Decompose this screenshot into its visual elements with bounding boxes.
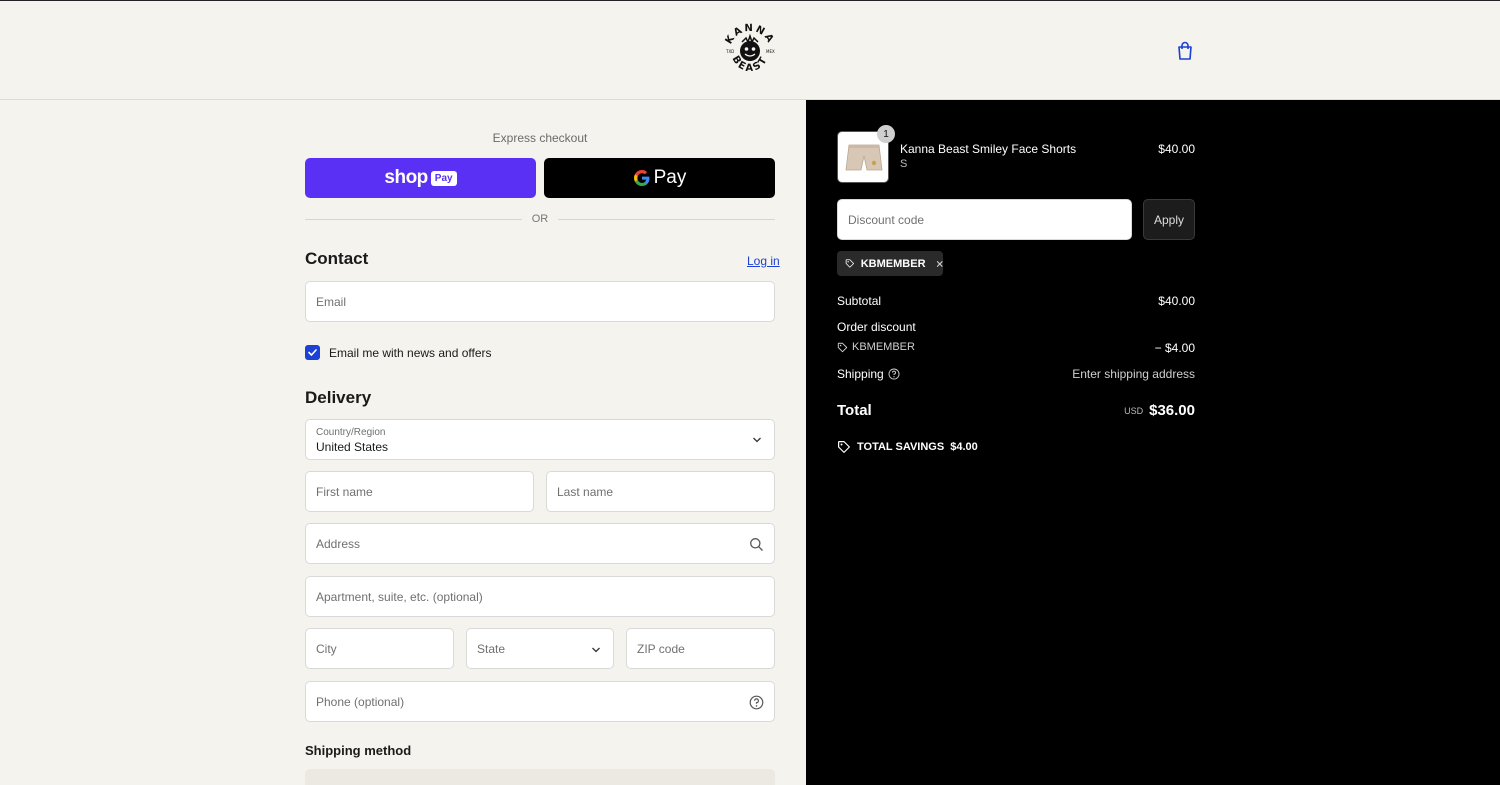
phone-field[interactable]: Phone (optional): [305, 681, 775, 722]
discount-code-field[interactable]: Discount code: [837, 199, 1132, 240]
checkout-form: Express checkout shop Pay Pay OR Contact…: [0, 100, 806, 785]
shipping-row: Shipping: [837, 367, 900, 381]
chevron-down-icon: [753, 437, 761, 443]
shopping-bag-icon[interactable]: [1174, 40, 1196, 62]
country-select[interactable]: Country/Region United States: [305, 419, 775, 460]
newsletter-checkbox[interactable]: [305, 345, 320, 360]
help-circle-icon[interactable]: [888, 368, 900, 380]
delivery-heading: Delivery: [305, 388, 372, 407]
phone-placeholder: Phone (optional): [316, 695, 405, 709]
contact-heading: Contact: [305, 249, 369, 268]
subtotal-value: $40.00: [1158, 294, 1195, 308]
savings-value: $4.00: [950, 441, 978, 453]
discount-value: − $4.00: [1154, 341, 1195, 355]
shipping-method-box: [305, 769, 775, 785]
zip-placeholder: ZIP code: [637, 642, 685, 656]
newsletter-label[interactable]: Email me with news and offers: [329, 346, 492, 360]
shipping-method-heading: Shipping method: [305, 743, 412, 758]
product-variant: S: [900, 158, 908, 170]
or-label: OR: [531, 213, 549, 225]
apartment-field[interactable]: Apartment, suite, etc. (optional): [305, 576, 775, 617]
country-label: Country/Region: [316, 427, 386, 438]
state-select[interactable]: State: [466, 628, 614, 669]
state-placeholder: State: [477, 642, 506, 656]
tag-icon: [837, 342, 848, 352]
google-g-icon: [633, 169, 651, 187]
search-icon: [750, 538, 763, 551]
address-field[interactable]: Address: [305, 523, 775, 564]
quantity-badge: 1: [877, 125, 895, 143]
total-label: Total: [837, 402, 872, 419]
zip-field[interactable]: ZIP code: [626, 628, 775, 669]
google-pay-button[interactable]: Pay: [544, 158, 775, 198]
shipping-label: Shipping: [837, 367, 884, 381]
total-savings: TOTAL SAVINGS $4.00: [837, 440, 978, 454]
subtotal-label: Subtotal: [837, 294, 882, 308]
google-pay-label: Pay: [653, 167, 687, 188]
svg-text:TXD: TXD: [725, 49, 734, 54]
chevron-down-icon: [592, 647, 600, 653]
applied-discount-code: KBMEMBER: [860, 257, 926, 270]
apartment-placeholder: Apartment, suite, etc. (optional): [316, 590, 483, 604]
site-header: KANNA BEAST TXD MEX: [0, 0, 1500, 100]
first-name-field[interactable]: First name: [305, 471, 534, 512]
savings-label: TOTAL SAVINGS: [857, 441, 945, 453]
or-divider: OR: [305, 212, 775, 226]
svg-text:MEX: MEX: [766, 49, 775, 54]
country-value: United States: [316, 440, 389, 454]
tag-icon: [845, 259, 855, 268]
checkmark-icon: [308, 349, 317, 356]
discount-code-label: KBMEMBER: [852, 341, 915, 353]
shipping-value: Enter shipping address: [1072, 367, 1195, 381]
express-checkout-label: Express checkout: [492, 131, 588, 145]
city-placeholder: City: [316, 642, 337, 656]
last-name-field[interactable]: Last name: [546, 471, 775, 512]
log-in-link[interactable]: Log in: [747, 254, 780, 268]
applied-discount-chip: KBMEMBER: [837, 251, 943, 276]
shop-pay-button[interactable]: shop Pay: [305, 158, 536, 198]
help-circle-icon[interactable]: [749, 695, 764, 710]
apply-discount-button[interactable]: Apply: [1143, 199, 1195, 240]
shop-pay-wordmark: shop: [384, 167, 428, 188]
tag-icon: [838, 441, 850, 453]
order-summary: 1 Kanna Beast Smiley Face Shorts S $40.0…: [806, 100, 1500, 785]
product-name: Kanna Beast Smiley Face Shorts: [900, 142, 1077, 156]
address-placeholder: Address: [316, 537, 361, 551]
total-amount: USD $36.00: [1055, 402, 1195, 419]
city-field[interactable]: City: [305, 628, 454, 669]
first-name-placeholder: First name: [316, 485, 373, 499]
total-value: $36.00: [1149, 402, 1195, 419]
email-field[interactable]: Email: [305, 281, 775, 322]
order-discount-label: Order discount: [837, 320, 916, 334]
close-icon[interactable]: [936, 259, 943, 269]
discount-line: KBMEMBER: [837, 341, 915, 353]
email-placeholder: Email: [316, 295, 347, 309]
last-name-placeholder: Last name: [557, 485, 614, 499]
kanna-beast-logo[interactable]: KANNA BEAST TXD MEX: [722, 23, 778, 79]
product-price: $40.00: [1158, 142, 1195, 156]
discount-placeholder: Discount code: [848, 213, 925, 227]
shop-pay-badge: Pay: [430, 170, 457, 186]
currency-code: USD: [1124, 406, 1144, 417]
